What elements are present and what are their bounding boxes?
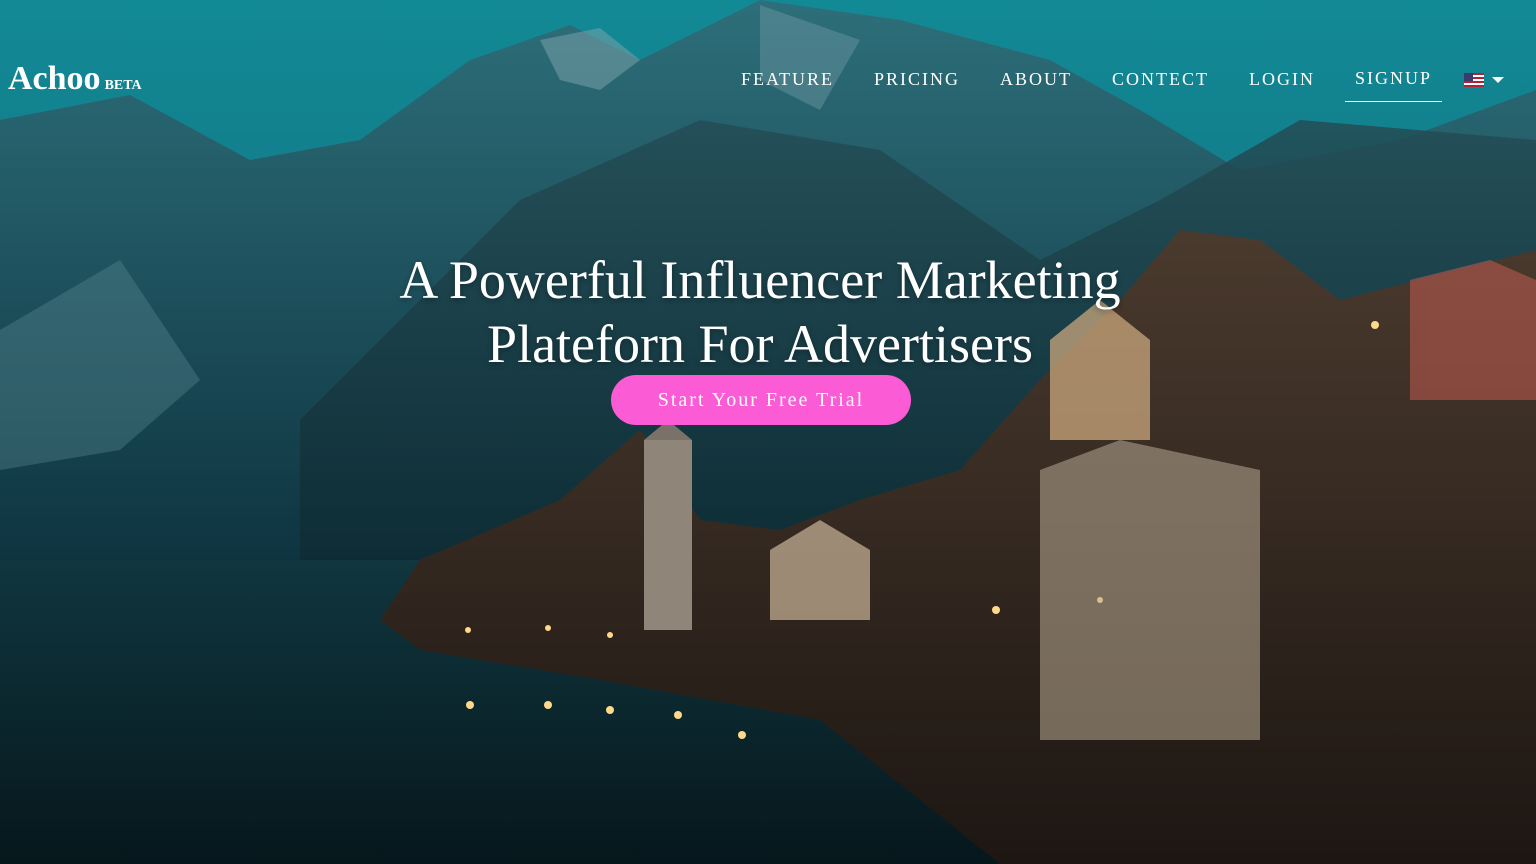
beta-badge: BETA	[104, 78, 142, 93]
nav-feature[interactable]: FEATURE	[731, 59, 844, 102]
hero-headline-line2: Plateforn For Advertisers	[487, 314, 1033, 374]
start-free-trial-button[interactable]: Start Your Free Trial	[611, 375, 911, 425]
brand-logo[interactable]: Achoo BETA	[8, 60, 142, 98]
brand-name: Achoo	[8, 60, 101, 97]
caret-down-icon	[1492, 77, 1504, 83]
nav-about[interactable]: ABOUT	[990, 59, 1082, 102]
nav-login[interactable]: LOGIN	[1239, 59, 1325, 102]
hero-headline: A Powerful Influencer Marketing Platefor…	[0, 248, 1520, 376]
us-flag-icon	[1464, 73, 1484, 87]
hero-section: Achoo BETA FEATURE PRICING ABOUT CONTECT …	[0, 0, 1536, 864]
hero-background-image	[0, 0, 1536, 864]
main-nav: FEATURE PRICING ABOUT CONTECT LOGIN SIGN…	[721, 58, 1504, 102]
language-selector[interactable]	[1464, 73, 1504, 87]
nav-signup[interactable]: SIGNUP	[1344, 58, 1442, 102]
nav-pricing[interactable]: PRICING	[864, 59, 970, 102]
hero-headline-line1: A Powerful Influencer Marketing	[399, 250, 1121, 310]
nav-contact[interactable]: CONTECT	[1102, 59, 1219, 102]
